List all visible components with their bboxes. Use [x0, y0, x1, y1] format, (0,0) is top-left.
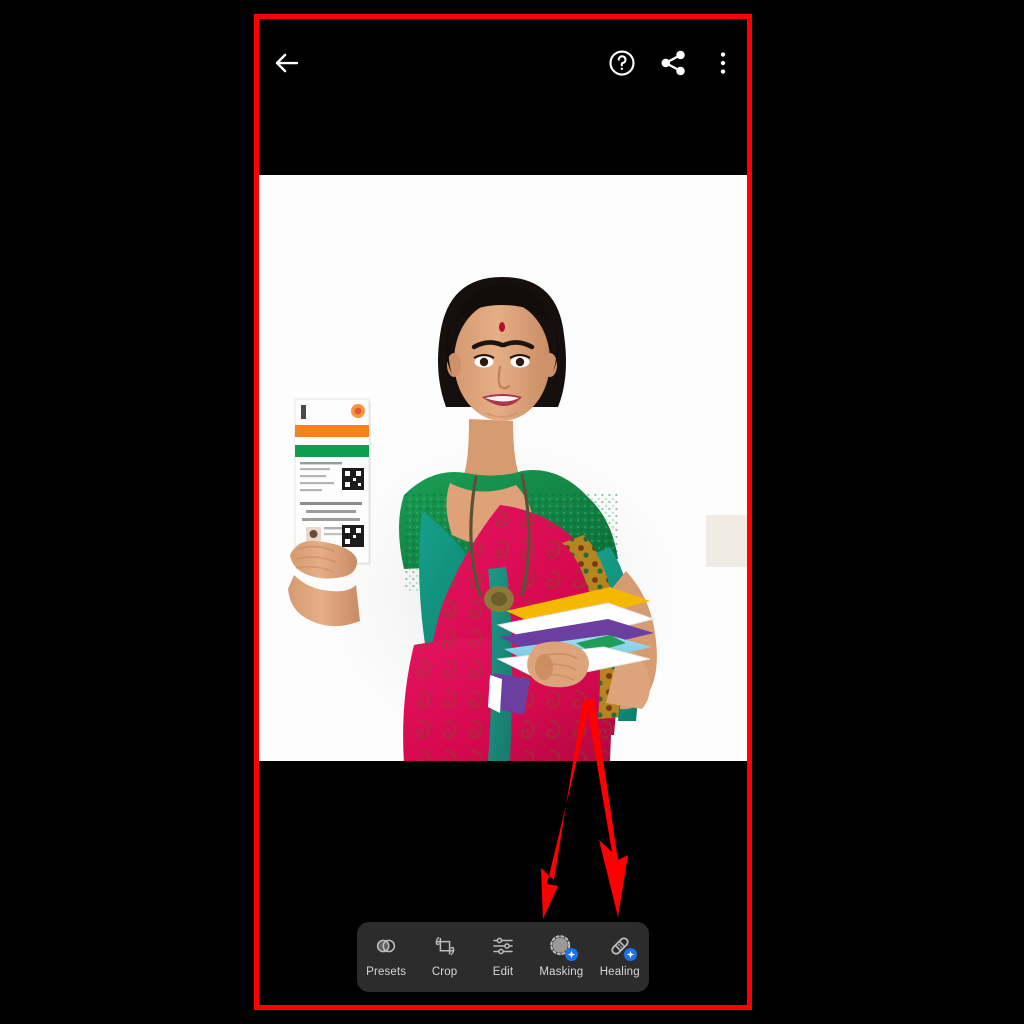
- toolbar-item-masking[interactable]: Masking: [534, 928, 588, 986]
- right-hand: [527, 641, 589, 688]
- toolbar-label-masking: Masking: [539, 966, 584, 978]
- toolbar-label-healing: Healing: [599, 966, 640, 978]
- bandage-icon: [607, 933, 637, 961]
- edited-photo: [254, 175, 752, 761]
- toolbar-label-presets: Presets: [366, 966, 407, 978]
- top-app-bar: [254, 14, 752, 106]
- toolbar-label-edit: Edit: [492, 966, 514, 978]
- qr-code-bottom: [342, 525, 364, 547]
- presets-circles-icon: [373, 933, 399, 959]
- aadhaar-card-graphic: [294, 398, 371, 565]
- toolbar-item-healing[interactable]: Healing: [593, 928, 647, 986]
- editor-toolbar: Presets Crop Edit Masking Healing: [357, 922, 649, 992]
- phone-screen: Presets Crop Edit Masking Healing: [254, 14, 752, 1010]
- toolbar-item-edit[interactable]: Edit: [476, 928, 530, 986]
- help-circle-icon[interactable]: [607, 48, 637, 78]
- toolbar-item-crop[interactable]: Crop: [418, 928, 472, 986]
- qr-code-top: [341, 467, 365, 491]
- sliders-icon: [490, 933, 516, 959]
- back-arrow-icon[interactable]: [272, 48, 302, 78]
- share-icon[interactable]: [658, 48, 688, 78]
- toolbar-label-crop: Crop: [431, 966, 458, 978]
- masking-dashed-circle-icon: [548, 933, 579, 961]
- photo-canvas[interactable]: [254, 175, 752, 761]
- healing-ai-badge: [623, 948, 637, 961]
- head: [438, 277, 566, 421]
- more-vertical-icon[interactable]: [708, 48, 738, 78]
- masking-ai-badge: [565, 948, 579, 961]
- crop-rotate-icon: [432, 933, 458, 959]
- toolbar-item-presets[interactable]: Presets: [359, 928, 413, 986]
- screenshot-stage: Presets Crop Edit Masking Healing: [0, 0, 1024, 1024]
